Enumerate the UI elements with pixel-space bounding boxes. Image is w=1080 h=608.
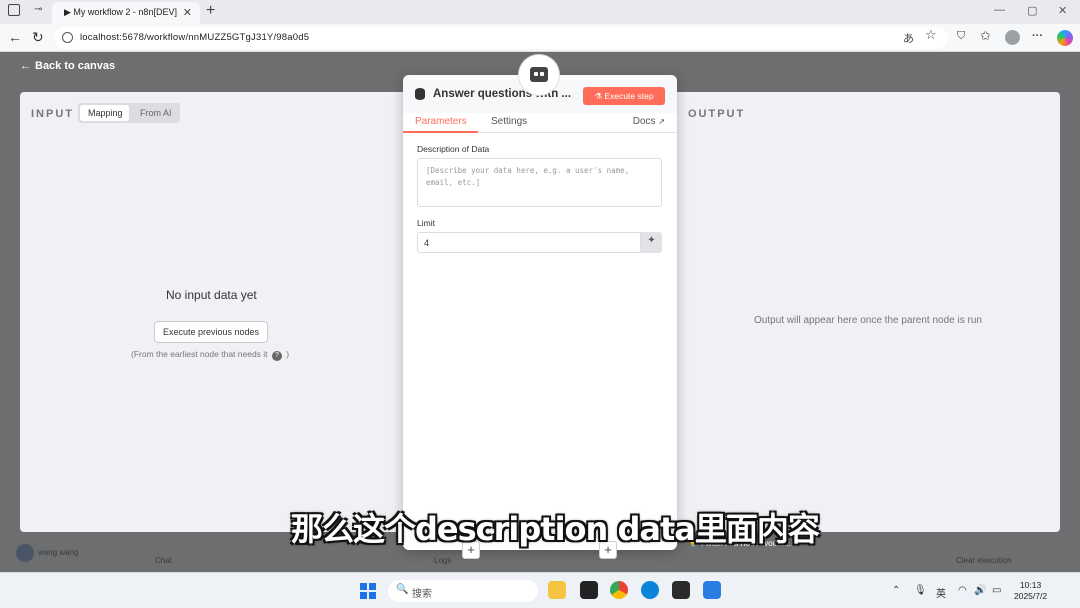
window-close-button[interactable]: ✕ <box>1058 4 1067 17</box>
limit-label: Limit <box>417 218 435 228</box>
ime-indicator[interactable]: 英 <box>936 585 946 600</box>
read-aloud-icon[interactable]: あ <box>903 30 914 46</box>
battery-icon[interactable]: ▭ <box>992 585 1001 596</box>
back-to-canvas-label: Back to canvas <box>35 60 116 72</box>
url-text: localhost:5678/workflow/nnMUZZ5GTgJ31Y/9… <box>80 32 310 43</box>
execute-step-button[interactable]: ⚗ Execute step <box>583 87 665 105</box>
site-info-icon[interactable] <box>62 32 73 43</box>
browser-tab[interactable]: ▶ My workflow 2 - n8n[DEV] ✕ <box>52 2 200 24</box>
favorite-icon[interactable]: ☆ <box>925 27 937 43</box>
active-tab-indicator <box>403 131 478 133</box>
mode-from-ai-button[interactable]: From AI <box>132 105 178 121</box>
extensions-icon[interactable]: ⛉ <box>957 30 965 43</box>
limit-input[interactable]: 4 <box>417 232 641 253</box>
play-icon: ▶ <box>64 7 74 17</box>
notepad-icon[interactable] <box>703 581 721 599</box>
user-avatar <box>16 544 34 562</box>
input-mode-switch: Mapping From AI <box>78 103 180 123</box>
profile-avatar[interactable] <box>1005 30 1020 45</box>
docs-label: Docs <box>632 116 656 127</box>
footer-clear-execution[interactable]: Clear execution <box>956 556 1012 565</box>
external-link-icon: ↗ <box>658 117 665 126</box>
footer-user[interactable]: wang wang <box>16 544 78 562</box>
address-toolbar: ← ↻ localhost:5678/workflow/nnMUZZ5GTgJ3… <box>0 24 1080 52</box>
search-icon: 🔍 <box>396 584 409 595</box>
volume-icon[interactable]: 🔊 <box>974 585 986 596</box>
terminal-icon[interactable] <box>672 581 690 599</box>
clock[interactable]: 10:13 2025/7/2 <box>1014 580 1047 602</box>
tab-title: My workflow 2 - n8n[DEV] <box>73 7 177 17</box>
windows-start-icon[interactable] <box>360 583 376 599</box>
output-empty-message: Output will appear here once the parent … <box>754 315 982 326</box>
tray-overflow-icon[interactable]: ⌃ <box>892 585 900 596</box>
search-placeholder: 搜索 <box>412 589 432 600</box>
hint-close-paren: ) <box>286 349 290 359</box>
back-to-canvas-link[interactable]: ← Back to canvas <box>20 60 115 72</box>
earliest-node-hint: (From the earliest node that needs it ? … <box>131 349 289 361</box>
docs-link[interactable]: Docs ↗ <box>633 116 665 127</box>
maximize-button[interactable]: ▢ <box>1027 4 1037 17</box>
description-label: Description of Data <box>417 144 490 154</box>
hint-text: (From the earliest node that needs it <box>131 349 268 359</box>
tab-parameters[interactable]: Parameters <box>415 116 467 127</box>
robot-node-icon <box>519 55 559 95</box>
tab-settings[interactable]: Settings <box>491 116 527 127</box>
execute-previous-button[interactable]: Execute previous nodes <box>154 321 268 343</box>
sparkle-icon[interactable]: ✦ <box>641 232 662 253</box>
url-field[interactable]: localhost:5678/workflow/nnMUZZ5GTgJ31Y/9… <box>54 27 948 49</box>
help-icon[interactable]: ? <box>271 351 282 361</box>
reload-icon[interactable]: ↻ <box>32 29 44 46</box>
flask-icon: ⚗ <box>594 91 605 101</box>
minimize-button[interactable]: — <box>994 4 1005 16</box>
edge-icon[interactable] <box>641 581 659 599</box>
microphone-icon[interactable]: 🎙 <box>914 585 927 596</box>
copilot-icon[interactable] <box>1057 30 1073 46</box>
mode-mapping-button[interactable]: Mapping <box>80 105 129 121</box>
clock-date: 2025/7/2 <box>1014 591 1048 601</box>
footer-chat[interactable]: Chat <box>155 556 172 565</box>
node-settings-modal: Answer questions with ... ⚗ Execute step… <box>403 55 677 559</box>
chrome-icon[interactable] <box>610 581 628 599</box>
no-input-title: No input data yet <box>166 288 257 302</box>
more-icon[interactable]: ··· <box>1032 30 1043 42</box>
new-tab-button[interactable]: + <box>206 2 215 20</box>
footer-logs[interactable]: Logs <box>434 556 451 565</box>
database-icon <box>415 88 425 100</box>
clock-time: 10:13 <box>1019 580 1042 590</box>
tab-group-icon[interactable]: ⊸ <box>34 4 42 15</box>
browser-tab-bar: ⊸ ▶ My workflow 2 - n8n[DEV] ✕ + — ▢ ✕ <box>0 0 1080 24</box>
file-explorer-icon[interactable] <box>548 581 566 599</box>
input-heading: INPUT <box>31 108 74 120</box>
taskbar-search[interactable]: 🔍 搜索 <box>388 580 538 602</box>
app-icon[interactable] <box>580 581 598 599</box>
node-tabs: Parameters Settings Docs ↗ <box>403 113 677 133</box>
execute-step-label: Execute step <box>604 91 654 101</box>
user-name: wang wang <box>38 548 79 558</box>
tab-close-icon[interactable]: ✕ <box>183 6 192 19</box>
arrow-left-icon: ← <box>20 60 31 72</box>
back-icon[interactable]: ← <box>8 29 22 45</box>
video-subtitle: 那么这个description data里面内容 <box>291 510 820 548</box>
description-textarea[interactable]: [Describe your data here, e.g. a user's … <box>417 158 662 207</box>
sidebar-toggle-icon[interactable] <box>8 4 20 16</box>
output-heading: OUTPUT <box>688 108 746 120</box>
collections-icon[interactable]: ✩ <box>980 28 991 44</box>
wifi-icon[interactable]: ◠ <box>958 585 967 596</box>
windows-taskbar: 🔍 搜索 ⌃ 🎙 英 ◠ 🔊 ▭ 10:13 2025/7/2 <box>0 572 1080 608</box>
